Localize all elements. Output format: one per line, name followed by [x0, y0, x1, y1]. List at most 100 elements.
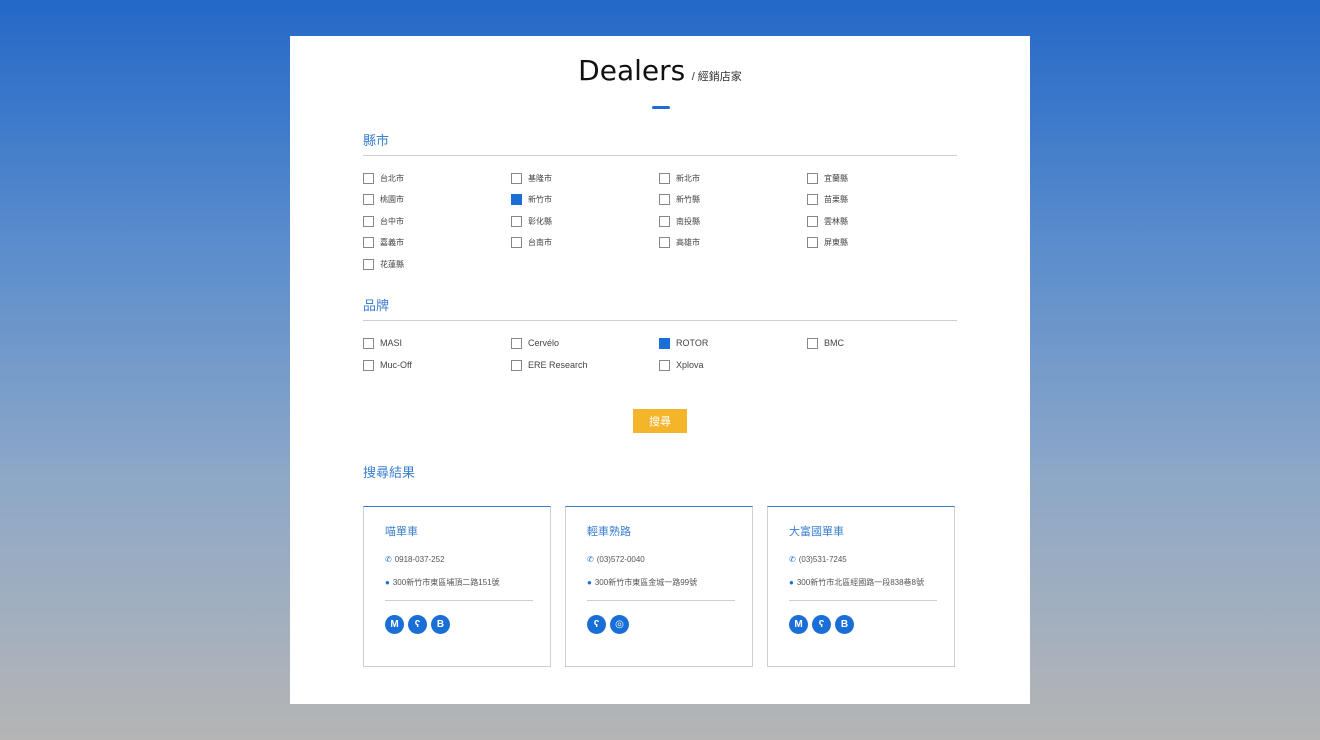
dealer-name: 喵單車	[385, 526, 418, 538]
region-label: 新竹市	[528, 195, 552, 204]
region-checkbox[interactable]: 苗栗縣	[807, 193, 848, 207]
region-checkbox[interactable]: 宜蘭縣	[807, 171, 848, 185]
checkbox-box[interactable]	[807, 172, 818, 184]
dealers-panel: Dealers / 經銷店家 縣市 台北市 基隆市 新北市 宜蘭縣桃園市 新竹市 新竹縣 苗…	[290, 36, 1030, 704]
region-label: 高雄市	[676, 238, 700, 247]
checkbox-box[interactable]	[363, 194, 374, 205]
card-divider	[587, 600, 735, 601]
region-checkbox[interactable]: 嘉義市	[363, 236, 404, 250]
region-label: 台北市	[380, 173, 404, 183]
region-checkbox[interactable]: 屏東縣	[807, 236, 848, 250]
region-label: 花蓮縣	[380, 259, 404, 269]
checkbox-box[interactable]	[511, 337, 522, 349]
region-checkbox[interactable]: 雲林縣	[807, 214, 848, 228]
dealer-address: ● 300新竹市東區埔頂二路151號	[385, 577, 500, 588]
muc-off-icon[interactable]: ʕ	[587, 615, 606, 634]
dealer-card: 大富國單車 ✆ (03)531-7245 ● 300新竹市北區經國路一段838巷8號 Mʕ…	[767, 506, 955, 667]
region-heading: 縣市	[363, 133, 390, 148]
checkbox-box[interactable]	[363, 337, 374, 349]
brand-divider	[363, 320, 957, 321]
region-checkbox[interactable]: 彰化縣	[511, 214, 552, 228]
checkbox-box[interactable]	[511, 172, 522, 184]
brand-label: Xplova	[676, 360, 704, 370]
muc-off-icon[interactable]: ʕ	[812, 615, 831, 634]
region-checkbox[interactable]: 基隆市	[511, 171, 552, 185]
checkbox-box[interactable]	[807, 237, 818, 248]
brand-icons: MʕB	[385, 615, 450, 634]
brand-checkbox[interactable]: Xplova	[659, 358, 704, 372]
checkbox-box[interactable]	[659, 215, 670, 227]
bmc-icon[interactable]: B	[835, 615, 854, 634]
region-label: 台中市	[380, 216, 404, 226]
dealer-name: 大富國單車	[789, 526, 844, 538]
checkbox-box[interactable]	[659, 194, 670, 205]
region-checkbox[interactable]: 花蓮縣	[363, 257, 404, 271]
dealer-card: 輕車熟路 ✆ (03)572-0040 ● 300新竹市東區金城一路99號 ʕ ◎	[565, 506, 753, 667]
masi-icon[interactable]: M	[385, 615, 404, 634]
rotor-icon[interactable]: ◎	[610, 615, 629, 634]
region-checkbox[interactable]: 新竹縣	[659, 193, 700, 207]
checkbox-box[interactable]	[511, 237, 522, 248]
dealer-name: 輕車熟路	[587, 526, 631, 538]
checkbox-box[interactable]	[807, 194, 818, 205]
checkbox-box[interactable]	[807, 337, 818, 349]
checkbox-box[interactable]	[659, 359, 670, 371]
region-label: 苗栗縣	[824, 195, 848, 204]
bmc-icon[interactable]: B	[431, 615, 450, 634]
checkbox-box[interactable]	[511, 194, 522, 205]
checkbox-box[interactable]	[659, 337, 670, 349]
region-checkbox[interactable]: 新北市	[659, 171, 700, 185]
title-underline	[652, 106, 670, 109]
checkbox-box[interactable]	[363, 359, 374, 371]
address-text: 300新竹市東區埔頂二路151號	[392, 578, 500, 587]
page-title: Dealers / 經銷店家	[290, 54, 1030, 87]
checkbox-box[interactable]	[363, 237, 374, 248]
title-subtitle: / 經銷店家	[691, 71, 742, 83]
checkbox-box[interactable]	[511, 359, 522, 371]
brand-checkbox[interactable]: Muc-Off	[363, 358, 412, 372]
dealer-address: ● 300新竹市東區金城一路99號	[587, 577, 697, 588]
checkbox-box[interactable]	[659, 237, 670, 248]
dealer-phone: ✆ 0918-037-252	[385, 555, 445, 564]
checkbox-box[interactable]	[659, 172, 670, 184]
region-checkbox[interactable]: 台北市	[363, 171, 404, 185]
region-label: 新竹縣	[676, 195, 700, 204]
title-main: Dealers	[578, 54, 686, 87]
region-label: 基隆市	[528, 173, 552, 183]
checkbox-box[interactable]	[807, 215, 818, 227]
region-label: 屏東縣	[824, 238, 848, 247]
brand-label: ERE Research	[528, 360, 588, 370]
masi-icon[interactable]: M	[789, 615, 808, 634]
region-label: 南投縣	[676, 216, 700, 226]
region-divider	[363, 155, 957, 156]
region-label: 桃園市	[380, 195, 404, 204]
brand-checkbox[interactable]: ROTOR	[659, 336, 708, 350]
muc-off-icon[interactable]: ʕ	[408, 615, 427, 634]
brand-checkbox[interactable]: MASI	[363, 336, 402, 350]
brand-heading: 品牌	[363, 298, 390, 313]
card-divider	[385, 600, 533, 601]
brand-checkbox[interactable]: BMC	[807, 336, 844, 350]
address-text: 300新竹市東區金城一路99號	[594, 578, 698, 587]
region-checkbox[interactable]: 台中市	[363, 214, 404, 228]
region-checkbox[interactable]: 南投縣	[659, 214, 700, 228]
checkbox-box[interactable]	[363, 215, 374, 227]
region-checkbox[interactable]: 台南市	[511, 236, 552, 250]
region-label: 台南市	[528, 238, 552, 247]
region-checkbox[interactable]: 新竹市	[511, 193, 552, 207]
brand-icons: ʕ ◎	[587, 615, 629, 634]
checkbox-box[interactable]	[363, 172, 374, 184]
phone-icon: ✆	[789, 555, 796, 564]
region-checkbox[interactable]: 高雄市	[659, 236, 700, 250]
dealer-address: ● 300新竹市北區經國路一段838巷8號	[789, 577, 924, 588]
checkbox-box[interactable]	[363, 258, 374, 270]
brand-checkbox[interactable]: Cervélo	[511, 336, 559, 350]
dealer-phone: ✆ (03)572-0040	[587, 555, 645, 564]
region-checkbox[interactable]: 桃園市	[363, 193, 404, 207]
brand-label: Cervélo	[528, 338, 560, 348]
search-button[interactable]: 搜尋	[633, 409, 687, 433]
results-heading: 搜尋結果	[363, 465, 416, 480]
brand-checkbox[interactable]: ERE Research	[511, 358, 588, 372]
checkbox-box[interactable]	[511, 215, 522, 227]
phone-icon: ✆	[587, 555, 594, 564]
